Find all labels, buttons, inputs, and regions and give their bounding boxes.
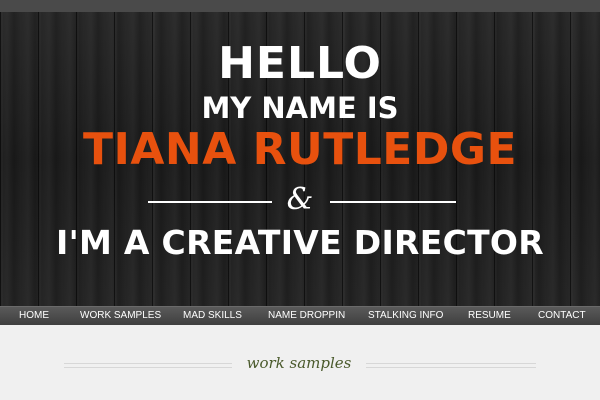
nav-item-mad-skills[interactable]: MAD SKILLS [183, 307, 242, 325]
hero-name: TIANA RUTLEDGE [82, 124, 518, 175]
section-rule-left [64, 363, 232, 368]
section-rule-right [366, 363, 536, 368]
nav-item-contact[interactable]: CONTACT [538, 307, 586, 325]
page: HELLO MY NAME IS TIANA RUTLEDGE & I'M A … [0, 0, 600, 400]
hero-intro: MY NAME IS [201, 91, 399, 125]
main-nav: HOME WORK SAMPLES MAD SKILLS NAME DROPPI… [0, 306, 600, 325]
hero-greeting: HELLO [218, 38, 382, 89]
ampersand-ornament: & [286, 182, 314, 217]
section-title: work samples [246, 354, 352, 372]
nav-item-home[interactable]: HOME [19, 307, 49, 325]
nav-item-name-droppin[interactable]: NAME DROPPIN [268, 307, 345, 325]
nav-item-work-samples[interactable]: WORK SAMPLES [80, 307, 161, 325]
hero-divider: & [0, 182, 600, 218]
hero-banner: HELLO MY NAME IS TIANA RUTLEDGE & I'M A … [0, 12, 600, 308]
nav-item-resume[interactable]: RESUME [468, 307, 511, 325]
top-strip [0, 0, 600, 12]
work-samples-section: work samples [0, 325, 600, 400]
hero-role: I'M A CREATIVE DIRECTOR [56, 223, 544, 262]
nav-item-stalking-info[interactable]: STALKING INFO [368, 307, 443, 325]
divider-line-right [330, 201, 456, 203]
divider-line-left [148, 201, 272, 203]
